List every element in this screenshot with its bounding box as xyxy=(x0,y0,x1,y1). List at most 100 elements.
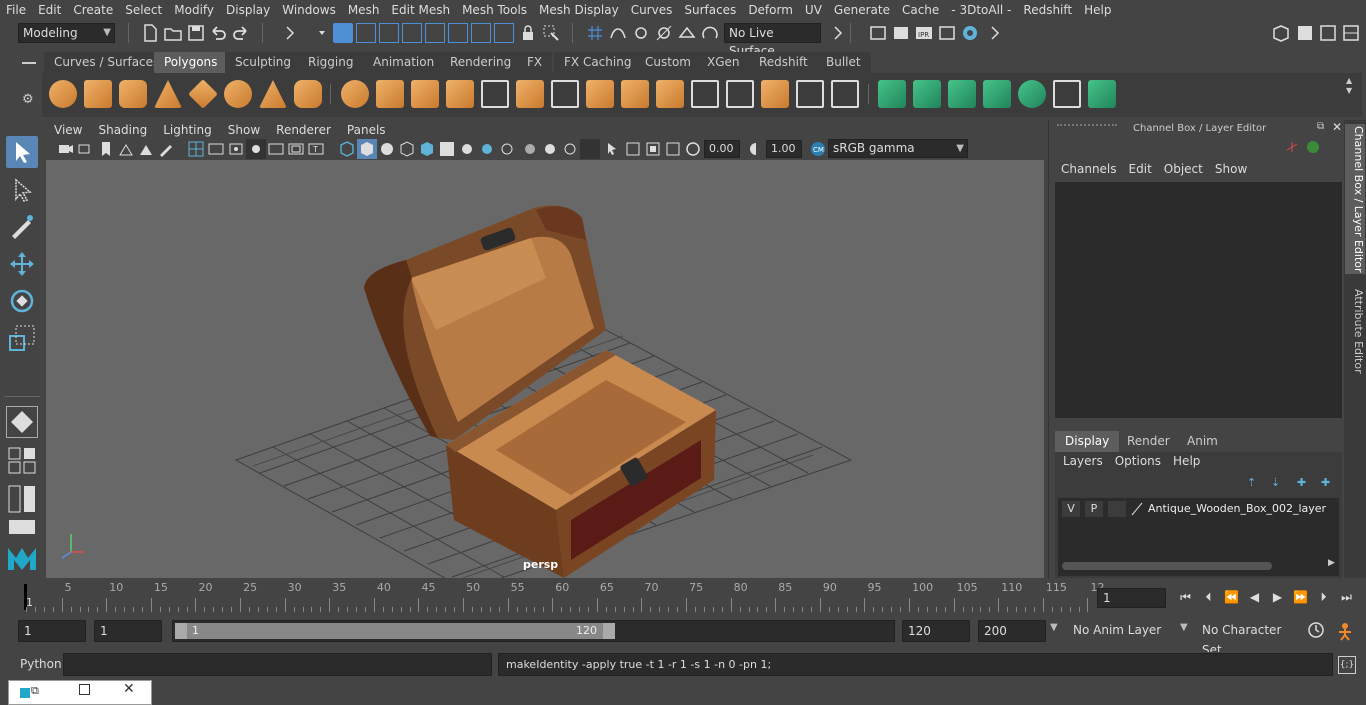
channel-menu-edit[interactable]: Edit xyxy=(1123,162,1158,176)
gate-mask-icon[interactable] xyxy=(246,139,266,159)
fill-hole-icon[interactable] xyxy=(761,80,789,108)
time-slider[interactable]: 1 5 10 15 20 25 30 35 40 45 50 55 60 65 70 75 80 85 90 95 1… xyxy=(18,580,1104,612)
antique-wooden-box-model[interactable] xyxy=(364,205,716,578)
combine-icon[interactable] xyxy=(341,80,369,108)
float-panel-icon[interactable]: ⧉ xyxy=(1317,121,1324,132)
lasso-tool-icon[interactable] xyxy=(6,174,38,206)
menu-deform[interactable]: Deform xyxy=(742,0,799,20)
render-frame-icon[interactable] xyxy=(891,23,911,43)
insert-edge-loop-icon[interactable] xyxy=(726,80,754,108)
playback-start-field[interactable]: 1 xyxy=(94,620,162,642)
flat-shade-icon[interactable] xyxy=(377,139,397,159)
shelf-tab-fx[interactable]: FX xyxy=(517,52,553,73)
perspective-viewport[interactable]: persp xyxy=(46,160,1044,578)
menu-3dtoall[interactable]: - 3DtoAll - xyxy=(945,0,1017,20)
select-by-component-icon[interactable] xyxy=(379,23,399,43)
wireframe-on-shaded-icon[interactable] xyxy=(397,139,417,159)
undo-icon[interactable] xyxy=(208,23,228,43)
menu-create[interactable]: Create xyxy=(67,0,119,20)
soft-select-icon[interactable] xyxy=(6,406,38,438)
xray-icon[interactable] xyxy=(580,139,600,159)
select-mode-arrow-icon[interactable] xyxy=(280,23,300,43)
color-space-dropdown[interactable]: sRGB gamma ▼ xyxy=(828,139,968,158)
character-set-dropdown[interactable]: No Character Set xyxy=(1197,620,1301,657)
new-scene-icon[interactable] xyxy=(140,23,160,43)
layer-visibility-toggle[interactable]: V xyxy=(1062,501,1080,517)
menu-file[interactable]: File xyxy=(0,0,32,20)
smooth-shade-icon[interactable] xyxy=(357,139,377,159)
menu-mesh[interactable]: Mesh xyxy=(342,0,386,20)
viewport-scene[interactable]: persp xyxy=(46,160,1044,578)
menu-curves[interactable]: Curves xyxy=(625,0,679,20)
scene-end-field[interactable]: 200 xyxy=(978,620,1046,642)
command-language-label[interactable]: Python xyxy=(20,657,62,671)
poly-cube-icon[interactable] xyxy=(84,80,112,108)
side-tab-attribute-editor[interactable]: Attribute Editor xyxy=(1345,288,1365,374)
shelf-tab-redshift[interactable]: Redshift xyxy=(749,52,818,73)
menu-modify[interactable]: Modify xyxy=(168,0,220,20)
scene-start-field[interactable]: 1 xyxy=(18,620,86,642)
use-all-lights-icon[interactable] xyxy=(437,139,457,159)
close-icon[interactable]: ✕ xyxy=(1332,120,1342,134)
xray-active-icon[interactable] xyxy=(643,139,663,159)
camera-attributes-icon[interactable] xyxy=(56,139,76,159)
layer-tab-anim[interactable]: Anim xyxy=(1177,431,1228,452)
wireframe-icon[interactable] xyxy=(337,139,357,159)
channel-menu-channels[interactable]: Channels xyxy=(1055,162,1123,176)
gamma-icon[interactable] xyxy=(746,139,766,159)
save-scene-icon[interactable] xyxy=(186,23,206,43)
select-by-object-type-icon[interactable] xyxy=(356,23,376,43)
script-editor-icon[interactable]: {;} xyxy=(1338,656,1356,674)
poly-sphere-icon[interactable] xyxy=(49,80,77,108)
auto-key-icon[interactable] xyxy=(1306,620,1326,640)
menu-surfaces[interactable]: Surfaces xyxy=(678,0,742,20)
play-backwards-icon[interactable]: ◀ xyxy=(1243,590,1266,604)
checker-icon[interactable] xyxy=(1053,80,1081,108)
go-to-start-icon[interactable]: ⏮ xyxy=(1174,590,1197,605)
minimized-window[interactable]: ⧉ ✕ xyxy=(8,680,152,705)
outliner-layout-icon[interactable] xyxy=(6,518,38,536)
highlight-icon[interactable] xyxy=(541,23,561,43)
channel-menu-show[interactable]: Show xyxy=(1209,162,1253,176)
channel-box-axis-icon[interactable] xyxy=(1285,140,1299,154)
four-view-layout-icon[interactable] xyxy=(6,445,38,477)
expand-arrow-icon[interactable] xyxy=(985,23,1005,43)
uv-unfold-icon[interactable] xyxy=(1018,80,1046,108)
mirror-icon[interactable] xyxy=(411,80,439,108)
shelf-scroll-arrows-icon[interactable]: ▲ ▼ xyxy=(1346,76,1352,96)
snap-grid-icon[interactable] xyxy=(585,23,605,43)
face-mask-icon[interactable] xyxy=(448,23,468,43)
panel-menu-view[interactable]: View xyxy=(46,120,90,140)
poly-torus-icon[interactable] xyxy=(224,80,252,108)
select-tool-icon[interactable] xyxy=(6,136,38,168)
close-icon[interactable]: ✕ xyxy=(123,681,135,697)
cylindrical-uv-icon[interactable] xyxy=(913,80,941,108)
menu-redshift[interactable]: Redshift xyxy=(1017,0,1078,20)
anim-layer-dropdown[interactable]: No Anim Layer xyxy=(1068,620,1176,642)
maximize-icon[interactable] xyxy=(79,684,90,695)
shelf-tab-animation[interactable]: Animation xyxy=(363,52,445,73)
motion-blur-icon[interactable] xyxy=(497,139,517,159)
question-icon[interactable] xyxy=(494,23,514,43)
lock-icon[interactable] xyxy=(518,23,538,43)
grid-toggle-icon[interactable] xyxy=(136,139,156,159)
exposure-icon[interactable] xyxy=(683,139,703,159)
step-back-key-icon[interactable]: ⏪ xyxy=(1220,590,1243,604)
menu-icon[interactable] xyxy=(22,62,36,64)
merge-icon[interactable] xyxy=(691,80,719,108)
menu-generate[interactable]: Generate xyxy=(828,0,896,20)
step-back-frame-icon[interactable]: ⏴ xyxy=(1197,590,1220,605)
command-input[interactable] xyxy=(63,653,492,676)
menu-display[interactable]: Display xyxy=(220,0,276,20)
bevel-icon[interactable] xyxy=(621,80,649,108)
poly-pipe-icon[interactable] xyxy=(294,80,322,108)
layer-menu-help[interactable]: Help xyxy=(1167,454,1206,468)
resolution-gate-icon[interactable] xyxy=(226,139,246,159)
layout-icon-1[interactable] xyxy=(1295,23,1315,43)
shelf-tab-rigging[interactable]: Rigging xyxy=(298,52,364,73)
menu-windows[interactable]: Windows xyxy=(276,0,342,20)
panel-menu-renderer[interactable]: Renderer xyxy=(268,120,339,140)
layer-scrollbar[interactable] xyxy=(1062,562,1272,570)
range-end-handle[interactable] xyxy=(603,623,615,639)
layout-icon-3[interactable] xyxy=(1341,23,1361,43)
